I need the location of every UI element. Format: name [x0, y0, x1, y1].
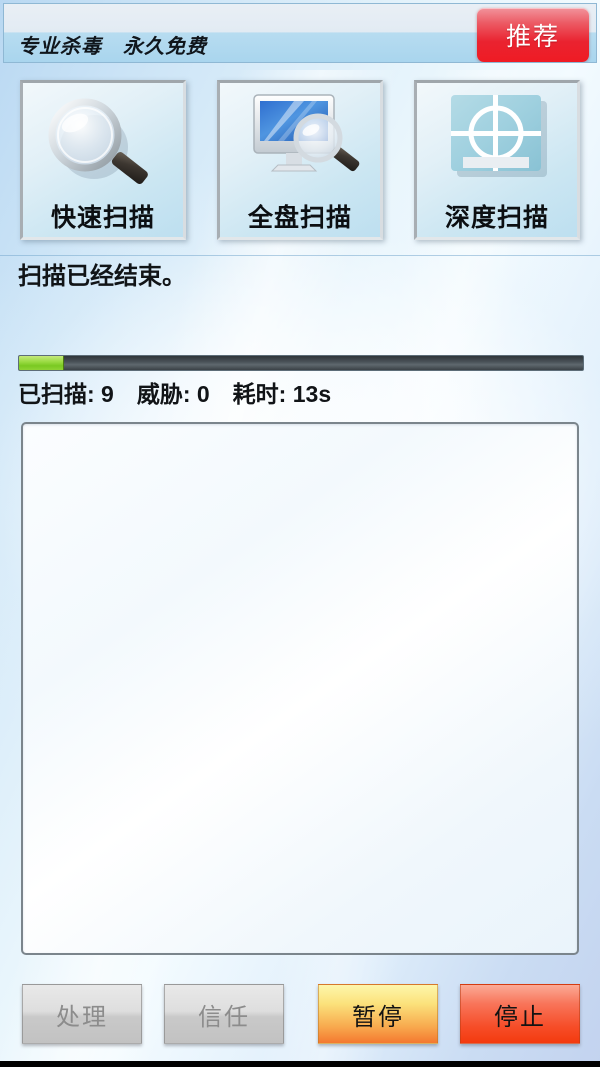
deep-scan-button[interactable]: 深度扫描 — [414, 80, 580, 240]
trust-button-label: 信任 — [198, 1003, 250, 1031]
scan-progress-fill — [19, 356, 65, 370]
magnifier-icon — [23, 89, 183, 193]
handle-button[interactable]: 处理 — [22, 984, 142, 1044]
scan-mode-row: 快速扫描 全盘扫描 深度扫描 — [0, 80, 600, 246]
handle-button-label: 处理 — [56, 1003, 108, 1031]
full-scan-button[interactable]: 全盘扫描 — [217, 80, 383, 240]
header-tagline: 专业杀毒 永久免费 — [18, 36, 207, 58]
quick-scan-label: 快速扫描 — [50, 204, 155, 232]
recommend-button[interactable]: 推荐 — [477, 8, 589, 62]
full-scan-label: 全盘扫描 — [247, 204, 352, 232]
trust-button[interactable]: 信任 — [164, 984, 284, 1044]
stop-button[interactable]: 停止 — [460, 984, 580, 1044]
bottom-black-bar — [0, 1061, 600, 1067]
header-divider — [0, 255, 600, 256]
scan-result-list[interactable] — [21, 422, 579, 955]
recommend-button-label: 推荐 — [505, 23, 560, 51]
app-window: 专业杀毒 永久免费 推荐 快速扫描 全盘扫描 深度扫描 扫描已经结束。 已扫描:… — [0, 0, 600, 1067]
deep-scan-label: 深度扫描 — [444, 204, 549, 232]
quick-scan-button[interactable]: 快速扫描 — [20, 80, 186, 240]
action-button-row: 处理 信任 暂停 停止 — [0, 984, 600, 1046]
scan-progress-bar — [18, 355, 584, 371]
scan-result-empty-area — [23, 424, 577, 953]
pause-button-label: 暂停 — [352, 1003, 404, 1031]
scan-stats-line: 已扫描: 9 威胁: 0 耗时: 13s — [18, 381, 332, 407]
pause-button[interactable]: 暂停 — [318, 984, 438, 1044]
app-header: 专业杀毒 永久免费 推荐 — [3, 3, 597, 63]
scan-status-message: 扫描已经结束。 — [18, 263, 186, 290]
stop-button-label: 停止 — [494, 1003, 546, 1031]
crosshair-target-icon — [417, 89, 577, 193]
monitor-magnifier-icon — [220, 89, 380, 193]
